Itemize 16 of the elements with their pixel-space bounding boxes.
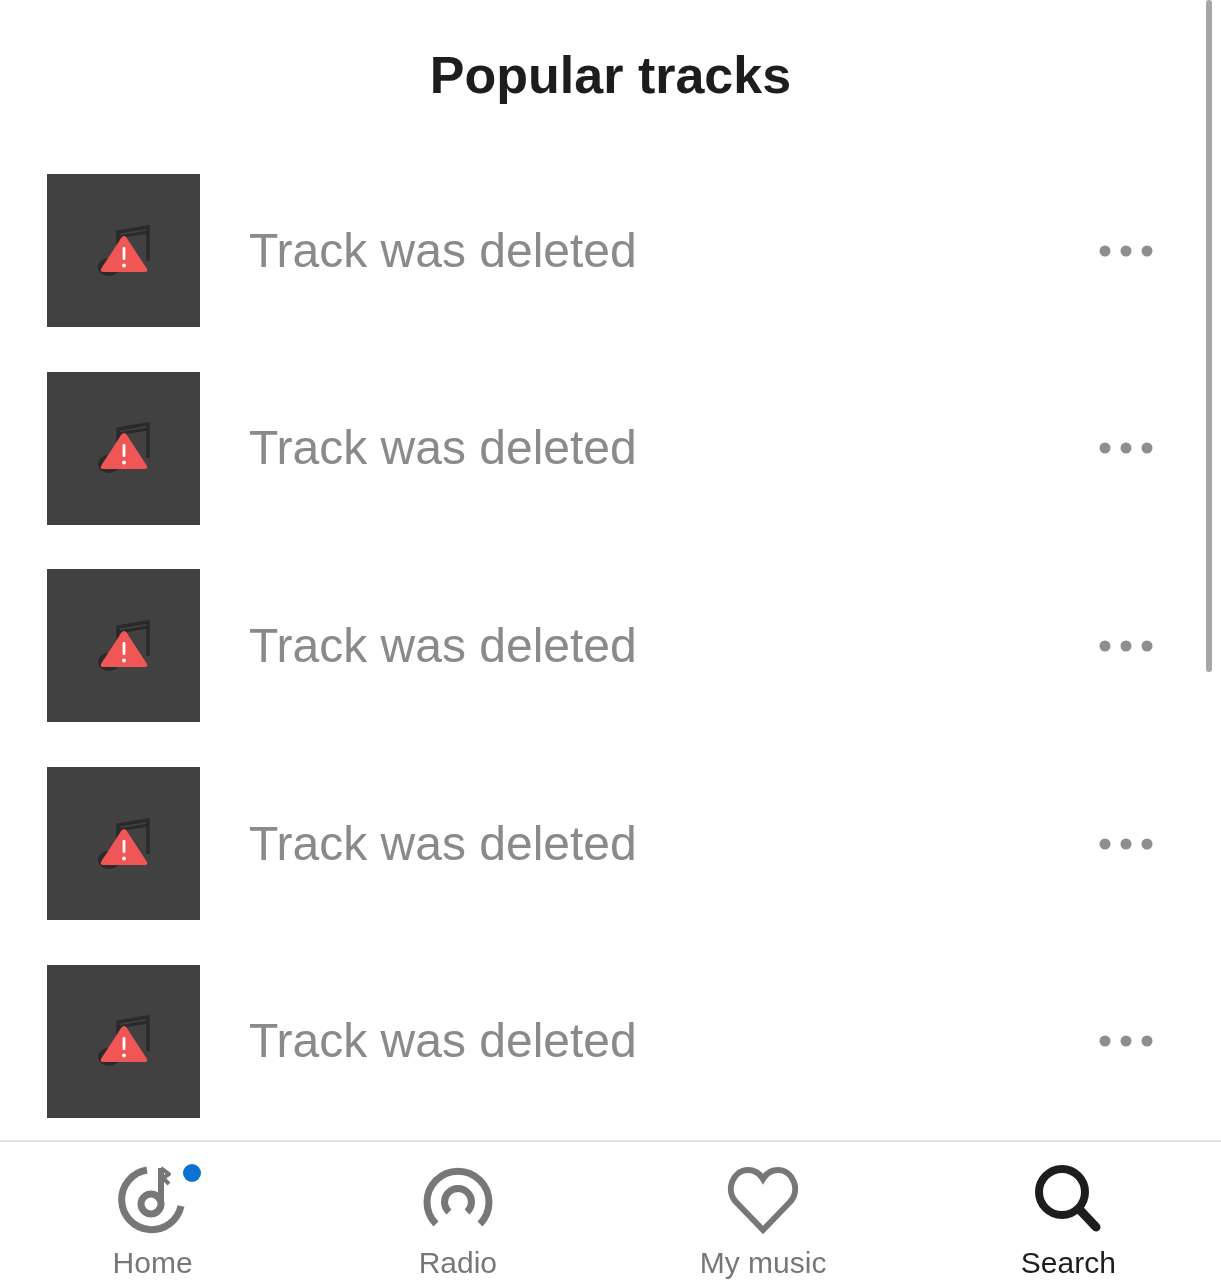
track-title: Track was deleted: [249, 1013, 637, 1070]
track-title: Track was deleted: [249, 618, 637, 674]
nav-tab[interactable]: Home: [0, 1141, 306, 1280]
nav-tab[interactable]: Radio: [305, 1141, 611, 1280]
track-title: Track was deleted: [249, 222, 637, 279]
nav-tab[interactable]: Search: [915, 1141, 1221, 1280]
more-icon: [1099, 244, 1153, 257]
track-title: Track was deleted: [249, 815, 637, 872]
track-title: Track was deleted: [249, 420, 637, 477]
scrollbar-thumb[interactable]: [1206, 0, 1212, 672]
nav-tab[interactable]: My music: [610, 1141, 916, 1280]
more-icon: [1099, 837, 1153, 850]
more-icon: [1099, 1035, 1153, 1048]
more-icon: [1099, 640, 1153, 652]
page-title: Popular tracks: [429, 45, 792, 106]
more-icon: [1099, 442, 1153, 455]
